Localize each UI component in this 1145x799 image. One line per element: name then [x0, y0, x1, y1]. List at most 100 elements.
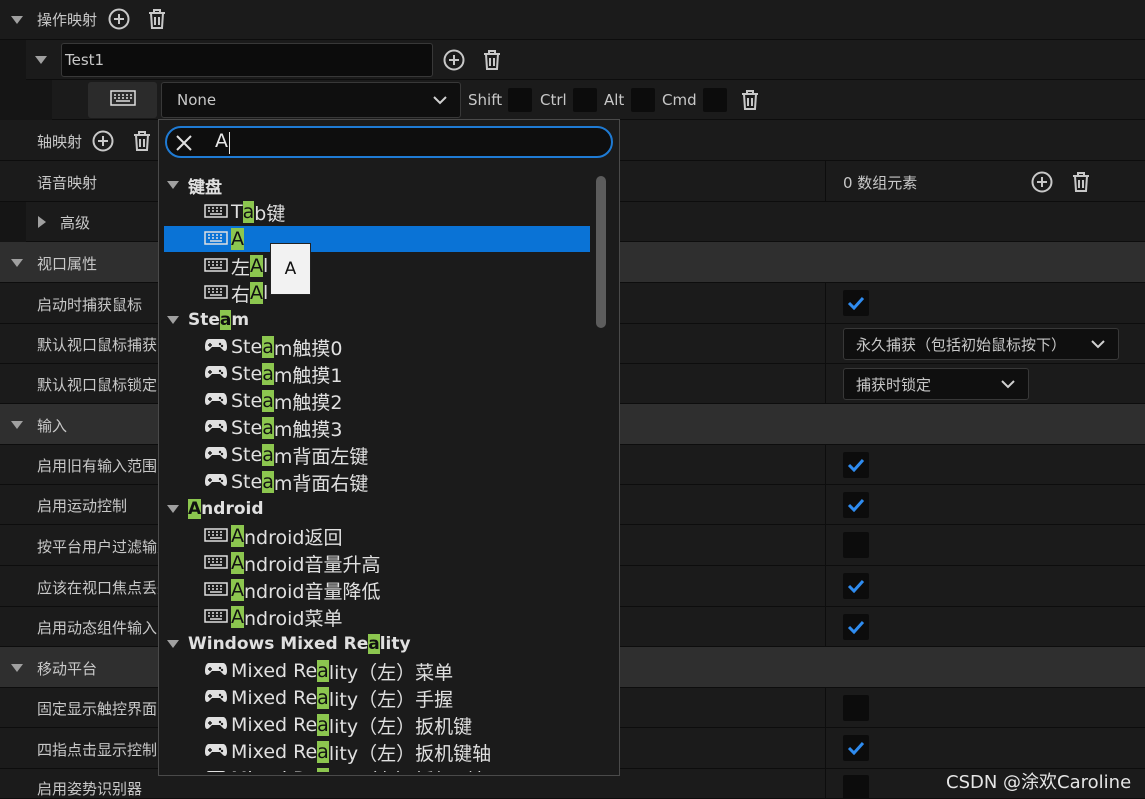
capture-mode-value: 永久捕获（包括初始鼠标按下） — [856, 335, 1067, 354]
list-item-a-selected[interactable]: A — [164, 226, 590, 252]
property-label: 启用姿势识别器 — [37, 780, 143, 798]
checkbox-checked[interactable] — [843, 735, 869, 761]
alt-checkbox[interactable] — [631, 88, 655, 112]
trash-icon[interactable] — [481, 49, 503, 71]
list-item-left-alt[interactable]: 左Al — [164, 253, 590, 279]
speech-mappings-label: 语音映射 — [37, 174, 98, 192]
checkbox-checked[interactable] — [843, 573, 869, 599]
property-label: 四指点击显示控制台 — [37, 741, 159, 759]
keyboard-icon — [204, 579, 228, 601]
axis-mappings-label: 轴映射 — [37, 133, 83, 151]
add-icon[interactable] — [108, 8, 130, 30]
list-item-android-back[interactable]: Android返回 — [164, 523, 590, 549]
list-item-steam-touch-3[interactable]: Ste a m触摸3 — [164, 415, 590, 441]
keyboard-icon — [204, 606, 228, 628]
add-icon[interactable] — [443, 49, 465, 71]
keyboard-icon — [204, 201, 228, 223]
collapse-arrow-icon[interactable] — [11, 16, 23, 24]
list-item-mr-left-trigger-axis[interactable]: Mixed Re a lity（左）扳机键轴 — [164, 739, 590, 765]
checkbox-unchecked[interactable] — [843, 532, 869, 558]
gamepad-icon — [204, 471, 228, 493]
action-mappings-label: 操作映射 — [37, 11, 98, 29]
list-item-android-volume-down[interactable]: Android音量降低 — [164, 577, 590, 603]
viewport-category-label: 视口属性 — [37, 255, 98, 273]
chevron-down-icon — [1091, 340, 1105, 349]
cmd-checkbox[interactable] — [703, 88, 727, 112]
collapse-arrow-icon[interactable] — [11, 421, 23, 429]
trash-icon[interactable] — [146, 8, 168, 30]
property-label: 启用运动控制 — [37, 497, 128, 515]
key-list[interactable]: 键盘 Ta b键 A 左Al 右Al Ste a m Ste a m触摸0 Ste a m触摸… — [159, 172, 595, 772]
lock-mode-dropdown[interactable]: 捕获时锁定 — [843, 368, 1029, 400]
key-selector-button[interactable] — [88, 82, 157, 118]
checkbox-unchecked[interactable] — [843, 775, 869, 799]
keyboard-icon — [204, 228, 228, 250]
trash-icon[interactable] — [739, 89, 761, 111]
checkbox-checked[interactable] — [843, 452, 869, 478]
gamepad-icon — [204, 768, 228, 772]
gamepad-icon — [204, 390, 228, 412]
group-steam[interactable]: Ste a m — [164, 307, 590, 333]
keyboard-icon — [109, 90, 136, 110]
gamepad-icon — [204, 687, 228, 709]
list-item-android-menu[interactable]: Android菜单 — [164, 604, 590, 630]
trash-icon[interactable] — [131, 130, 153, 152]
group-windows-mixed-reality[interactable]: Windows Mixed Re a lity — [164, 631, 590, 657]
property-label: 启用旧有输入范围 — [37, 457, 158, 475]
lock-mode-value: 捕获时锁定 — [856, 375, 932, 394]
array-element-count: 0 数组元素 — [843, 174, 918, 192]
checkbox-checked[interactable] — [843, 492, 869, 518]
capture-mode-dropdown[interactable]: 永久捕获（包括初始鼠标按下） — [843, 328, 1119, 360]
checkmark-icon — [847, 458, 865, 472]
collapse-arrow-icon[interactable] — [11, 259, 23, 267]
tooltip: A — [270, 243, 311, 295]
property-label: 启用动态组件输入 — [37, 619, 158, 637]
checkbox-unchecked[interactable] — [843, 695, 869, 721]
add-icon[interactable] — [92, 130, 114, 152]
tooltip-text: A — [284, 259, 297, 279]
input-category-label: 输入 — [37, 417, 68, 435]
list-item-steam-touch-1[interactable]: Ste a m触摸1 — [164, 361, 590, 387]
collapse-arrow-icon — [167, 316, 179, 324]
mapping-name-field[interactable]: Test1 — [61, 43, 433, 77]
checkbox-checked[interactable] — [843, 290, 869, 316]
trash-icon[interactable] — [1070, 171, 1092, 193]
collapse-arrow-icon[interactable] — [35, 56, 47, 64]
search-input[interactable]: A — [165, 126, 613, 158]
scrollbar-thumb[interactable] — [596, 176, 606, 328]
keyboard-icon — [204, 255, 228, 277]
gamepad-icon — [204, 417, 228, 439]
list-item-android-volume-up[interactable]: Android音量升高 — [164, 550, 590, 576]
cmd-label: Cmd — [662, 91, 697, 109]
list-item-tab[interactable]: Ta b键 — [164, 199, 590, 225]
property-label: 应该在视口焦点丢失 — [37, 579, 159, 597]
chevron-down-icon — [433, 96, 447, 105]
group-keyboard[interactable]: 键盘 — [164, 172, 590, 198]
checkbox-checked[interactable] — [843, 614, 869, 640]
list-item-mr-left-grip[interactable]: Mixed Re a lity（左）手握 — [164, 685, 590, 711]
key-dropdown[interactable]: None — [161, 82, 461, 118]
list-item-steam-touch-0[interactable]: Ste a m触摸0 — [164, 334, 590, 360]
group-android[interactable]: Android — [164, 496, 590, 522]
ctrl-checkbox[interactable] — [573, 88, 597, 112]
list-item-mr-left-thumbstick-x[interactable]: Mixed Reality（左）摇杆X轴 — [164, 766, 590, 772]
property-label: 按平台用户过滤输入 — [37, 538, 159, 556]
property-label: 默认视口鼠标锁定 — [37, 376, 158, 394]
text-cursor — [229, 132, 230, 154]
gamepad-icon — [204, 444, 228, 466]
list-item-steam-back-left[interactable]: Ste a m背面左键 — [164, 442, 590, 468]
shift-label: Shift — [468, 91, 503, 109]
shift-checkbox[interactable] — [508, 88, 532, 112]
close-icon[interactable] — [175, 134, 193, 152]
watermark: CSDN @涂欢Caroline — [946, 772, 1132, 793]
list-item-steam-touch-2[interactable]: Ste a m触摸2 — [164, 388, 590, 414]
keyboard-icon — [204, 282, 228, 304]
list-item-steam-back-right[interactable]: Ste a m背面右键 — [164, 469, 590, 495]
expand-arrow-icon[interactable] — [38, 216, 46, 228]
add-icon[interactable] — [1031, 171, 1053, 193]
list-item-mr-left-menu[interactable]: Mixed Re a lity（左）菜单 — [164, 658, 590, 684]
collapse-arrow-icon[interactable] — [11, 664, 23, 672]
search-query: A — [215, 130, 228, 152]
list-item-right-alt[interactable]: 右Al — [164, 280, 590, 306]
list-item-mr-left-trigger[interactable]: Mixed Re a lity（左）扳机键 — [164, 712, 590, 738]
